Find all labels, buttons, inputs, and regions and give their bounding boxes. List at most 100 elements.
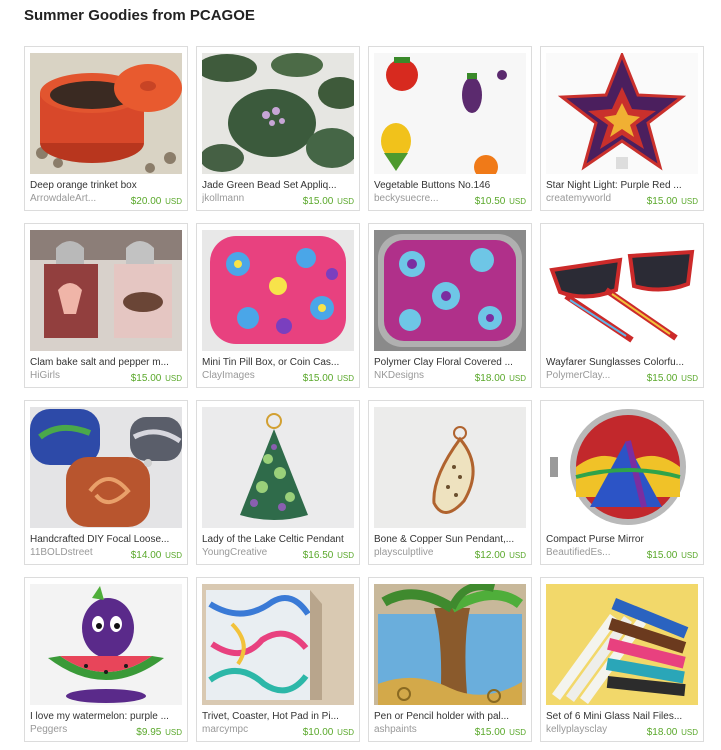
- item-title[interactable]: Handcrafted DIY Focal Loose...: [30, 534, 184, 545]
- star-night-light-image[interactable]: [546, 53, 698, 174]
- item-title[interactable]: Compact Purse Mirror: [546, 534, 700, 545]
- item-price: $18.00 USD: [475, 373, 526, 384]
- price-value: $15.00: [302, 373, 334, 384]
- item-price: $15.00 USD: [303, 196, 354, 207]
- sunglasses-image[interactable]: [546, 230, 698, 351]
- item-title[interactable]: Jade Green Bead Set Appliq...: [202, 180, 356, 191]
- item-price: $9.95 USD: [136, 727, 182, 738]
- focal-beads-image[interactable]: [30, 407, 182, 528]
- item-title[interactable]: Set of 6 Mini Glass Nail Files...: [546, 711, 700, 722]
- price-value: $9.95: [136, 727, 162, 738]
- pencil-holder-image[interactable]: [374, 584, 526, 705]
- shop-name[interactable]: beckysuecre...: [374, 193, 456, 204]
- shop-name[interactable]: NKDesigns: [374, 370, 456, 381]
- item-title[interactable]: Deep orange trinket box: [30, 180, 184, 191]
- item-card[interactable]: I love my watermelon: purple ... Peggers…: [24, 577, 188, 742]
- currency-label: USD: [337, 197, 354, 206]
- shop-name[interactable]: HiGirls: [30, 370, 112, 381]
- currency-label: USD: [681, 728, 698, 737]
- item-title[interactable]: Bone & Copper Sun Pendant,...: [374, 534, 528, 545]
- item-card[interactable]: Vegetable Buttons No.146 beckysuecre... …: [368, 46, 532, 211]
- item-price: $15.00 USD: [475, 727, 526, 738]
- currency-label: USD: [509, 728, 526, 737]
- page-title: Summer Goodies from PCAGOE: [24, 7, 255, 24]
- shop-name[interactable]: Peggers: [30, 724, 112, 735]
- item-title[interactable]: Clam bake salt and pepper m...: [30, 357, 184, 368]
- item-card[interactable]: Deep orange trinket box ArrowdaleArt... …: [24, 46, 188, 211]
- item-card[interactable]: Trivet, Coaster, Hot Pad in Pi... marcym…: [196, 577, 360, 742]
- item-card[interactable]: Clam bake salt and pepper m... HiGirls $…: [24, 223, 188, 388]
- item-card[interactable]: Handcrafted DIY Focal Loose... 11BOLDstr…: [24, 400, 188, 565]
- item-card[interactable]: Polymer Clay Floral Covered ... NKDesign…: [368, 223, 532, 388]
- item-title[interactable]: Mini Tin Pill Box, or Coin Cas...: [202, 357, 356, 368]
- currency-label: USD: [509, 551, 526, 560]
- item-card[interactable]: Pen or Pencil holder with pal... ashpain…: [368, 577, 532, 742]
- item-price: $15.00 USD: [647, 550, 698, 561]
- salt-pepper-shakers-image[interactable]: [30, 230, 182, 351]
- currency-label: USD: [165, 197, 182, 206]
- green-beads-image[interactable]: [202, 53, 354, 174]
- price-value: $14.00: [130, 550, 162, 561]
- item-title[interactable]: Lady of the Lake Celtic Pendant: [202, 534, 356, 545]
- item-price: $15.00 USD: [131, 373, 182, 384]
- vegetable-buttons-image[interactable]: [374, 53, 526, 174]
- item-title[interactable]: Wayfarer Sunglasses Colorfu...: [546, 357, 700, 368]
- item-card[interactable]: Jade Green Bead Set Appliq... jkollmann …: [196, 46, 360, 211]
- price-value: $18.00: [474, 373, 506, 384]
- currency-label: USD: [337, 728, 354, 737]
- copper-pendant-image[interactable]: [374, 407, 526, 528]
- shop-name[interactable]: kellyplaysclay: [546, 724, 628, 735]
- currency-label: USD: [509, 197, 526, 206]
- shop-name[interactable]: ArrowdaleArt...: [30, 193, 112, 204]
- watermelon-figure-image[interactable]: [30, 584, 182, 705]
- item-card[interactable]: Set of 6 Mini Glass Nail Files... kellyp…: [540, 577, 704, 742]
- shop-name[interactable]: ashpaints: [374, 724, 456, 735]
- currency-label: USD: [509, 374, 526, 383]
- item-title[interactable]: Pen or Pencil holder with pal...: [374, 711, 528, 722]
- currency-label: USD: [337, 374, 354, 383]
- currency-label: USD: [681, 197, 698, 206]
- item-title[interactable]: Trivet, Coaster, Hot Pad in Pi...: [202, 711, 356, 722]
- price-value: $15.00: [474, 727, 506, 738]
- item-card[interactable]: Wayfarer Sunglasses Colorfu... PolymerCl…: [540, 223, 704, 388]
- price-value: $15.00: [646, 550, 678, 561]
- floral-compact-image[interactable]: [374, 230, 526, 351]
- currency-label: USD: [681, 374, 698, 383]
- item-card[interactable]: Lady of the Lake Celtic Pendant YoungCre…: [196, 400, 360, 565]
- item-title[interactable]: Polymer Clay Floral Covered ...: [374, 357, 528, 368]
- item-price: $12.00 USD: [475, 550, 526, 561]
- price-value: $15.00: [646, 196, 678, 207]
- shop-name[interactable]: PolymerClay...: [546, 370, 628, 381]
- price-value: $12.00: [474, 550, 506, 561]
- item-price: $10.00 USD: [303, 727, 354, 738]
- shop-name[interactable]: ClayImages: [202, 370, 284, 381]
- shop-name[interactable]: createmyworld: [546, 193, 628, 204]
- price-value: $18.00: [646, 727, 678, 738]
- item-card[interactable]: Mini Tin Pill Box, or Coin Cas... ClayIm…: [196, 223, 360, 388]
- price-value: $16.50: [302, 550, 334, 561]
- celtic-pendant-image[interactable]: [202, 407, 354, 528]
- pill-box-image[interactable]: [202, 230, 354, 351]
- currency-label: USD: [681, 551, 698, 560]
- nail-files-image[interactable]: [546, 584, 698, 705]
- item-price: $20.00 USD: [131, 196, 182, 207]
- item-title[interactable]: Star Night Light: Purple Red ...: [546, 180, 700, 191]
- shop-name[interactable]: 11BOLDstreet: [30, 547, 112, 558]
- item-title[interactable]: I love my watermelon: purple ...: [30, 711, 184, 722]
- item-card[interactable]: Compact Purse Mirror BeautifiedEs... $15…: [540, 400, 704, 565]
- item-title[interactable]: Vegetable Buttons No.146: [374, 180, 528, 191]
- price-value: $10.50: [474, 196, 506, 207]
- trivet-image[interactable]: [202, 584, 354, 705]
- purse-mirror-image[interactable]: [546, 407, 698, 528]
- item-card[interactable]: Star Night Light: Purple Red ... createm…: [540, 46, 704, 211]
- item-card[interactable]: Bone & Copper Sun Pendant,... playsculpt…: [368, 400, 532, 565]
- shop-name[interactable]: BeautifiedEs...: [546, 547, 628, 558]
- shop-name[interactable]: YoungCreative: [202, 547, 284, 558]
- item-price: $14.00 USD: [131, 550, 182, 561]
- shop-name[interactable]: marcympc: [202, 724, 284, 735]
- item-price: $15.00 USD: [303, 373, 354, 384]
- shop-name[interactable]: jkollmann: [202, 193, 284, 204]
- shop-name[interactable]: playsculptlive: [374, 547, 456, 558]
- currency-label: USD: [165, 728, 182, 737]
- trinket-box-image[interactable]: [30, 53, 182, 174]
